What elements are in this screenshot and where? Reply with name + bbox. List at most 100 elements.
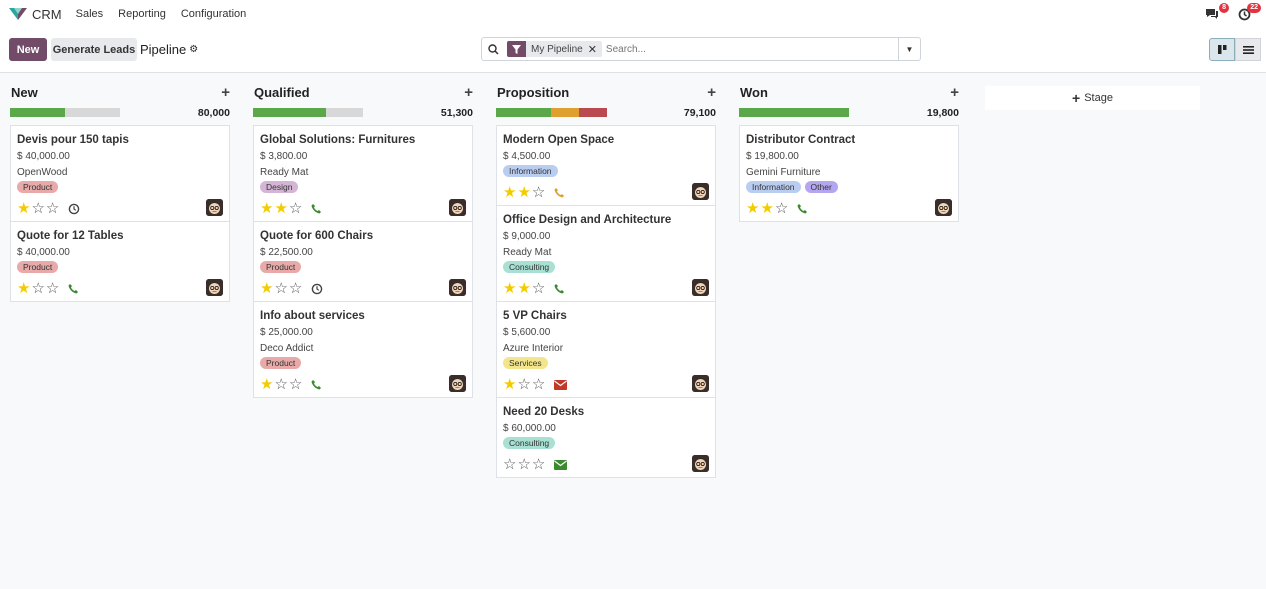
search-input[interactable] (605, 43, 891, 55)
opportunity-card[interactable]: Modern Open Space $ 4,500.00 Information ★ ★… (496, 125, 716, 206)
star-icon[interactable]: ★ (274, 201, 287, 216)
progress-segment-green[interactable] (496, 108, 551, 117)
avatar[interactable] (692, 279, 709, 296)
star-icon[interactable]: ★ (17, 201, 30, 216)
avatar[interactable] (692, 183, 709, 200)
progress-segment-grey[interactable] (65, 108, 120, 117)
star-icon[interactable]: ★ (260, 201, 273, 216)
star-icon[interactable]: ★ (503, 281, 516, 296)
opportunity-card[interactable]: Quote for 12 Tables $ 40,000.00 Product ★ ☆ ☆ (10, 221, 230, 302)
avatar[interactable] (692, 455, 709, 472)
avatar[interactable] (449, 199, 466, 216)
quick-create-plus-icon[interactable]: + (221, 84, 230, 101)
card-company: OpenWood (17, 167, 68, 178)
clock-icon[interactable] (68, 203, 80, 215)
star-icon[interactable]: ☆ (289, 281, 302, 296)
star-icon[interactable]: ☆ (532, 457, 545, 472)
star-icon[interactable]: ★ (503, 377, 516, 392)
phone-icon[interactable] (68, 283, 79, 294)
opportunity-card[interactable]: Need 20 Desks $ 60,000.00 Consulting ☆ ☆ ☆ (496, 397, 716, 478)
column-title[interactable]: New (11, 85, 38, 100)
email-red-icon[interactable] (554, 379, 568, 390)
clock-icon[interactable] (311, 283, 323, 295)
quick-create-plus-icon[interactable]: + (464, 84, 473, 101)
star-icon[interactable]: ☆ (503, 457, 516, 472)
opportunity-card[interactable]: Distributor Contract $ 19,800.00 Gemini Fu… (739, 125, 959, 222)
column-progress-bar[interactable] (739, 108, 849, 117)
star-icon[interactable]: ☆ (274, 377, 287, 392)
plus-icon: + (1072, 90, 1081, 106)
progress-segment-green[interactable] (253, 108, 326, 117)
phone-icon[interactable] (311, 203, 322, 214)
email-green-icon[interactable] (554, 459, 568, 470)
column-progress-bar[interactable] (496, 108, 607, 117)
opportunity-card[interactable]: Devis pour 150 tapis $ 40,000.00 OpenWood P… (10, 125, 230, 222)
avatar[interactable] (206, 279, 223, 296)
star-icon[interactable]: ★ (503, 185, 516, 200)
avatar[interactable] (449, 279, 466, 296)
gear-icon[interactable]: ⚙ (189, 44, 198, 55)
avatar[interactable] (935, 199, 952, 216)
star-icon[interactable]: ☆ (532, 185, 545, 200)
star-icon[interactable]: ☆ (46, 281, 59, 296)
progress-segment-green[interactable] (10, 108, 65, 117)
phone-icon[interactable] (554, 283, 565, 294)
priority-stars: ★ ★ ☆ (503, 281, 565, 296)
star-icon[interactable]: ★ (17, 281, 30, 296)
column-title[interactable]: Qualified (254, 85, 310, 100)
kanban-view-icon[interactable] (1209, 38, 1235, 61)
phone-orange-icon[interactable] (554, 187, 565, 198)
star-icon[interactable]: ★ (260, 377, 273, 392)
phone-icon[interactable] (311, 379, 322, 390)
avatar[interactable] (692, 375, 709, 392)
star-icon[interactable]: ☆ (517, 377, 530, 392)
new-button[interactable]: New (9, 38, 47, 61)
opportunity-card[interactable]: Global Solutions: Furnitures $ 3,800.00 Re… (253, 125, 473, 222)
opportunity-card[interactable]: 5 VP Chairs $ 5,600.00 Azure Interior Servi… (496, 301, 716, 398)
star-icon[interactable]: ☆ (532, 377, 545, 392)
progress-segment-grey[interactable] (326, 108, 363, 117)
generate-leads-button[interactable]: Generate Leads (51, 38, 137, 61)
quick-create-plus-icon[interactable]: + (707, 84, 716, 101)
quick-create-plus-icon[interactable]: + (950, 84, 959, 101)
star-icon[interactable]: ★ (517, 185, 530, 200)
progress-segment-red[interactable] (579, 108, 607, 117)
add-stage-button[interactable]: + Stage (985, 86, 1200, 110)
progress-segment-orange[interactable] (551, 108, 579, 117)
star-icon[interactable]: ☆ (775, 201, 788, 216)
star-icon[interactable]: ☆ (31, 201, 44, 216)
star-icon[interactable]: ☆ (289, 201, 302, 216)
column-progress-bar[interactable] (10, 108, 120, 117)
opportunity-card[interactable]: Office Design and Architecture $ 9,000.00… (496, 205, 716, 302)
column-progress-bar[interactable] (253, 108, 363, 117)
opportunity-card[interactable]: Quote for 600 Chairs $ 22,500.00 Product ★ ☆… (253, 221, 473, 302)
avatar[interactable] (449, 375, 466, 392)
star-icon[interactable]: ☆ (532, 281, 545, 296)
star-icon[interactable]: ☆ (517, 457, 530, 472)
star-icon[interactable]: ☆ (289, 377, 302, 392)
star-icon[interactable]: ☆ (46, 201, 59, 216)
avatar[interactable] (206, 199, 223, 216)
crm-logo-icon[interactable] (9, 7, 27, 21)
remove-facet-icon[interactable]: ✕ (588, 43, 602, 56)
search-options-toggle[interactable]: ▼ (898, 38, 920, 60)
progress-segment-green[interactable] (739, 108, 849, 117)
column-title[interactable]: Proposition (497, 85, 569, 100)
star-icon[interactable]: ☆ (274, 281, 287, 296)
app-name[interactable]: CRM (32, 7, 62, 22)
menu-configuration[interactable]: Configuration (181, 8, 246, 20)
star-icon[interactable]: ☆ (31, 281, 44, 296)
column-title[interactable]: Won (740, 85, 768, 100)
star-icon[interactable]: ★ (760, 201, 773, 216)
activities-button[interactable]: 22 (1234, 3, 1261, 24)
list-view-icon[interactable] (1235, 38, 1261, 61)
search-icon[interactable] (482, 43, 504, 55)
star-icon[interactable]: ★ (517, 281, 530, 296)
opportunity-card[interactable]: Info about services $ 25,000.00 Deco Addic… (253, 301, 473, 398)
phone-icon[interactable] (797, 203, 808, 214)
star-icon[interactable]: ★ (746, 201, 759, 216)
star-icon[interactable]: ★ (260, 281, 273, 296)
menu-sales[interactable]: Sales (76, 8, 104, 20)
menu-reporting[interactable]: Reporting (118, 8, 166, 20)
messages-button[interactable]: 8 (1202, 3, 1229, 24)
